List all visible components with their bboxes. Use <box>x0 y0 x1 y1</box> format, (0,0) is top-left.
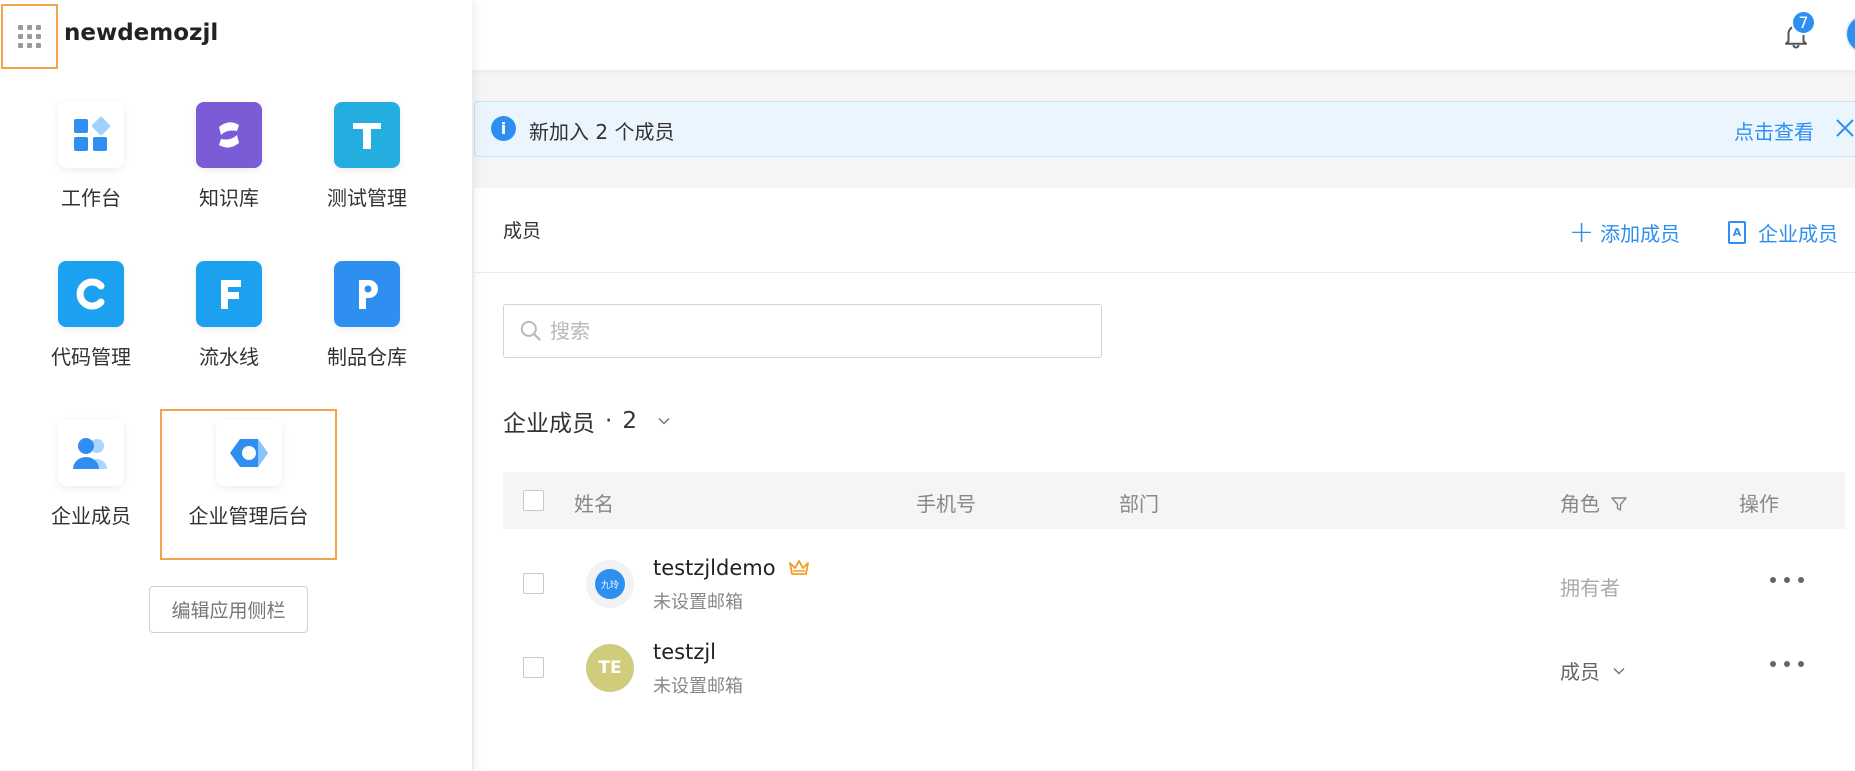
group-separator: · <box>605 408 613 434</box>
add-member-button[interactable]: + 添加成员 <box>1569 214 1681 250</box>
member-email: 未设置邮箱 <box>653 592 743 613</box>
close-icon[interactable] <box>1833 116 1855 140</box>
workbench-icon <box>58 102 124 168</box>
app-label: 测试管理 <box>327 186 407 210</box>
role-select[interactable]: 成员 <box>1560 656 1626 685</box>
notification-badge: 7 <box>1791 10 1816 35</box>
search-icon <box>520 320 541 341</box>
column-department: 部门 <box>1119 492 1159 516</box>
app-grid-button[interactable] <box>1 4 58 69</box>
members-card: 成员 + 添加成员 A 企业成员 企业成员 · 2 姓名 手机号 部门 角色 <box>474 188 1855 771</box>
column-actions: 操作 <box>1739 492 1779 516</box>
app-label: 流水线 <box>199 345 259 369</box>
chevron-down-icon <box>658 417 670 425</box>
member-group-toggle[interactable]: 企业成员 · 2 <box>503 404 671 438</box>
table-row: TE testzjl 未设置邮箱 成员 <box>503 626 1845 710</box>
enterprise-members-button[interactable]: A 企业成员 <box>1728 218 1838 247</box>
pipeline-icon <box>196 261 262 327</box>
column-role[interactable]: 角色 <box>1560 488 1628 517</box>
member-name-text: testzjldemo <box>653 556 776 580</box>
avatar: 九玲 <box>586 560 634 608</box>
artifact-repository-icon <box>334 261 400 327</box>
page-title: 成员 <box>503 220 542 242</box>
top-bar <box>472 0 1855 70</box>
more-actions-icon[interactable] <box>1770 654 1804 674</box>
code-management-icon <box>58 261 124 327</box>
group-count: 2 <box>622 408 637 434</box>
organization-name: newdemozjl <box>64 20 219 46</box>
admin-console-icon <box>215 420 282 486</box>
chevron-down-icon <box>1613 667 1625 675</box>
knowledge-base-icon <box>196 102 262 168</box>
role-select-value: 成员 <box>1560 660 1600 684</box>
member-role: 拥有者 <box>1560 576 1620 600</box>
app-grid-icon <box>18 25 41 48</box>
app-artifact-repository[interactable]: 制品仓库 <box>297 261 437 381</box>
group-label: 企业成员 <box>503 411 595 437</box>
notice-text: 新加入 2 个成员 <box>529 120 675 144</box>
member-name: testzjl <box>653 640 717 664</box>
new-member-notice: i 新加入 2 个成员 点击查看 <box>474 101 1855 157</box>
divider <box>474 272 1855 273</box>
app-workbench[interactable]: 工作台 <box>21 102 161 222</box>
more-actions-icon[interactable] <box>1770 570 1804 590</box>
app-code-management[interactable]: 代码管理 <box>21 261 161 381</box>
test-management-icon <box>334 102 400 168</box>
info-icon: i <box>491 116 516 141</box>
app-test-management[interactable]: 测试管理 <box>297 102 437 222</box>
search-box[interactable] <box>503 304 1102 358</box>
app-launcher-panel: newdemozjl 工作台 知识库 测试管理 代码管理 流水线 制品仓库 企业… <box>0 0 472 771</box>
select-all-checkbox[interactable] <box>523 490 544 511</box>
filter-icon[interactable] <box>1610 495 1628 513</box>
table-header: 姓名 手机号 部门 角色 操作 <box>503 472 1845 529</box>
app-label: 制品仓库 <box>327 345 407 369</box>
address-book-icon: A <box>1728 221 1746 244</box>
app-enterprise-members[interactable]: 企业成员 <box>21 420 161 540</box>
view-link[interactable]: 点击查看 <box>1734 116 1814 145</box>
plus-icon: + <box>1569 214 1595 250</box>
member-name: testzjldemo <box>653 556 810 580</box>
add-member-label: 添加成员 <box>1600 222 1681 246</box>
column-role-label: 角色 <box>1560 492 1600 516</box>
avatar: TE <box>586 644 634 692</box>
app-label: 企业管理后台 <box>188 504 309 528</box>
crown-icon <box>788 560 809 575</box>
row-checkbox[interactable] <box>523 573 544 594</box>
search-input[interactable] <box>550 315 1080 347</box>
app-label: 知识库 <box>199 186 259 210</box>
app-knowledge-base[interactable]: 知识库 <box>159 102 299 222</box>
column-phone: 手机号 <box>916 492 976 516</box>
column-name: 姓名 <box>574 492 614 516</box>
app-label: 代码管理 <box>51 345 131 369</box>
member-email: 未设置邮箱 <box>653 676 743 697</box>
edit-sidebar-button[interactable]: 编辑应用侧栏 <box>149 586 308 633</box>
app-label: 企业成员 <box>51 504 131 528</box>
enterprise-members-icon <box>58 420 124 486</box>
enterprise-members-label: 企业成员 <box>1758 222 1838 246</box>
row-checkbox[interactable] <box>523 657 544 678</box>
table-row: 九玲 testzjldemo 未设置邮箱 拥有者 <box>503 542 1845 626</box>
app-pipeline[interactable]: 流水线 <box>159 261 299 381</box>
app-label: 工作台 <box>61 186 121 210</box>
avatar-text: 九玲 <box>595 569 625 599</box>
app-admin-console[interactable]: 企业管理后台 <box>160 409 337 560</box>
